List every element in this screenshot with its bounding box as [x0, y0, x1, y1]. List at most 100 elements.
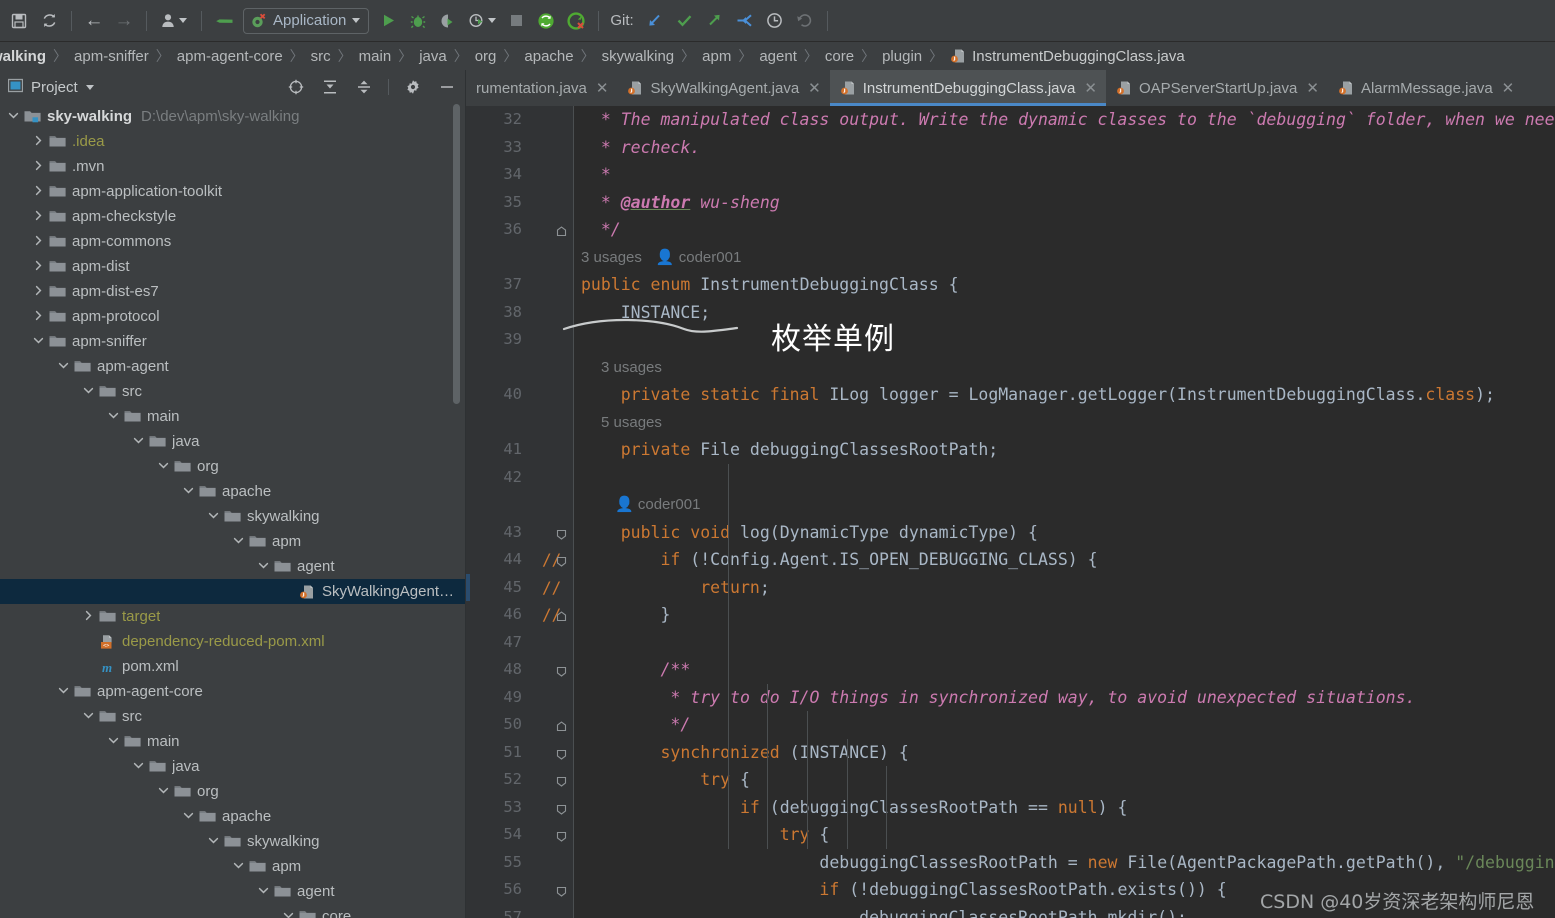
chevron-right-icon[interactable]	[33, 260, 46, 273]
tree-row[interactable]: apm-agent-core	[0, 679, 466, 704]
save-all-icon[interactable]	[4, 6, 34, 36]
breadcrumb-item[interactable]: core	[825, 48, 854, 65]
tree-row[interactable]: apm-dist	[0, 254, 466, 279]
tree-row[interactable]: skywalking	[0, 829, 466, 854]
tree-row[interactable]: apache	[0, 804, 466, 829]
hide-panel-icon[interactable]	[434, 75, 460, 99]
breadcrumb-item[interactable]: src	[311, 48, 331, 65]
chevron-down-icon[interactable]	[58, 685, 71, 698]
git-update-project-icon[interactable]	[640, 6, 670, 36]
close-icon[interactable]: ✕	[596, 79, 609, 97]
chevron-down-icon[interactable]	[283, 910, 296, 918]
close-icon[interactable]: ✕	[1084, 79, 1097, 97]
code-editor[interactable]: 32 * The manipulated class output. Write…	[466, 106, 1555, 918]
chevron-down-icon[interactable]	[183, 810, 196, 823]
git-history-icon[interactable]	[760, 6, 790, 36]
chevron-down-icon[interactable]	[208, 835, 221, 848]
git-push-icon[interactable]	[700, 6, 730, 36]
chevron-down-icon[interactable]	[83, 710, 96, 723]
tree-row[interactable]: org	[0, 779, 466, 804]
update-application-icon[interactable]	[531, 6, 561, 36]
tree-row[interactable]: apm-commons	[0, 229, 466, 254]
chevron-right-icon[interactable]	[33, 135, 46, 148]
inlay-hint[interactable]: 5 usages	[601, 409, 662, 437]
tree-row[interactable]: core	[0, 904, 466, 918]
breadcrumb-item[interactable]: apm-sniffer	[74, 48, 149, 65]
tree-row[interactable]: java	[0, 429, 466, 454]
tree-row[interactable]: apm	[0, 529, 466, 554]
breadcrumb-item[interactable]: apache	[524, 48, 573, 65]
tree-row[interactable]: sky-walking D:\dev\apm\sky-walking	[0, 104, 466, 129]
fold-start-icon[interactable]	[556, 527, 567, 540]
inlay-hint[interactable]: 👤 coder001	[601, 491, 700, 519]
chevron-down-icon[interactable]	[233, 535, 246, 548]
fold-start-icon[interactable]	[556, 884, 567, 897]
tree-row[interactable]: apache	[0, 479, 466, 504]
sync-refresh-icon[interactable]	[34, 6, 64, 36]
fold-end-icon[interactable]	[556, 224, 567, 237]
tree-row[interactable]: .idea	[0, 129, 466, 154]
run-icon[interactable]	[373, 6, 403, 36]
chevron-down-icon[interactable]	[83, 385, 96, 398]
run-with-coverage-icon[interactable]	[433, 6, 463, 36]
tree-row[interactable]: m pom.xml	[0, 654, 466, 679]
profiler-icon[interactable]	[463, 6, 501, 36]
usages-count[interactable]: 3 usages	[601, 359, 662, 376]
tree-row[interactable]: agent	[0, 554, 466, 579]
editor-code-area[interactable]: 32 * The manipulated class output. Write…	[466, 106, 1555, 918]
chevron-down-icon[interactable]	[108, 410, 121, 423]
chevron-down-icon[interactable]	[85, 84, 94, 90]
gear-settings-icon[interactable]	[400, 75, 426, 99]
fold-start-icon[interactable]	[556, 802, 567, 815]
breadcrumb-item[interactable]: apm-agent-core	[177, 48, 283, 65]
tree-row[interactable]: java	[0, 754, 466, 779]
fold-start-icon[interactable]	[556, 747, 567, 760]
tree-row[interactable]: target	[0, 604, 466, 629]
fold-start-icon[interactable]	[556, 829, 567, 842]
tree-row[interactable]: apm-protocol	[0, 304, 466, 329]
tree-row[interactable]: apm-dist-es7	[0, 279, 466, 304]
breadcrumb-item[interactable]: -walking	[0, 48, 46, 65]
select-opened-file-icon[interactable]	[283, 75, 309, 99]
fold-end-icon[interactable]	[556, 719, 567, 732]
chevron-right-icon[interactable]	[33, 210, 46, 223]
breadcrumb-file[interactable]: InstrumentDebuggingClass.java	[950, 48, 1185, 65]
chevron-down-icon[interactable]	[58, 360, 71, 373]
tree-row[interactable]: main	[0, 729, 466, 754]
stop-icon[interactable]	[501, 6, 531, 36]
chevron-right-icon[interactable]	[33, 185, 46, 198]
chevron-right-icon[interactable]	[33, 310, 46, 323]
close-icon[interactable]: ✕	[808, 79, 821, 97]
fold-end-icon[interactable]	[556, 609, 567, 622]
usages-count[interactable]: 3 usages	[581, 249, 642, 266]
tree-row[interactable]: apm-sniffer	[0, 329, 466, 354]
chevron-down-icon[interactable]	[133, 760, 146, 773]
author-hint[interactable]: 👤 coder001	[656, 249, 741, 266]
tree-row[interactable]: apm-application-toolkit	[0, 179, 466, 204]
usages-count[interactable]: 5 usages	[601, 414, 662, 431]
author-hint[interactable]: 👤 coder001	[615, 496, 700, 513]
tree-row[interactable]: src	[0, 704, 466, 729]
editor-tab[interactable]: SkyWalkingAgent.java ✕	[617, 70, 829, 106]
fold-start-icon[interactable]	[556, 774, 567, 787]
expand-all-icon[interactable]	[317, 75, 343, 99]
tree-row[interactable]: skywalking	[0, 504, 466, 529]
chevron-down-icon[interactable]	[183, 485, 196, 498]
tree-row[interactable]: agent	[0, 879, 466, 904]
chevron-down-icon[interactable]	[258, 885, 271, 898]
project-tree-scrollbar[interactable]	[453, 104, 460, 404]
rerun-failed-icon[interactable]	[561, 6, 591, 36]
inlay-hint[interactable]: 3 usages	[601, 354, 662, 382]
chevron-right-icon[interactable]	[83, 610, 96, 623]
editor-tab-active[interactable]: InstrumentDebuggingClass.java ✕	[829, 70, 1107, 106]
chevron-down-icon[interactable]	[8, 110, 21, 123]
breadcrumb-item[interactable]: apm	[702, 48, 731, 65]
close-icon[interactable]: ✕	[1502, 79, 1515, 97]
inlay-hint[interactable]: 3 usages 👤 coder001	[581, 244, 741, 272]
chevron-down-icon[interactable]	[33, 335, 46, 348]
chevron-down-icon[interactable]	[208, 510, 221, 523]
tree-row[interactable]: apm-checkstyle	[0, 204, 466, 229]
breadcrumb-item[interactable]: agent	[759, 48, 797, 65]
chevron-right-icon[interactable]	[33, 235, 46, 248]
tree-row[interactable]: org	[0, 454, 466, 479]
